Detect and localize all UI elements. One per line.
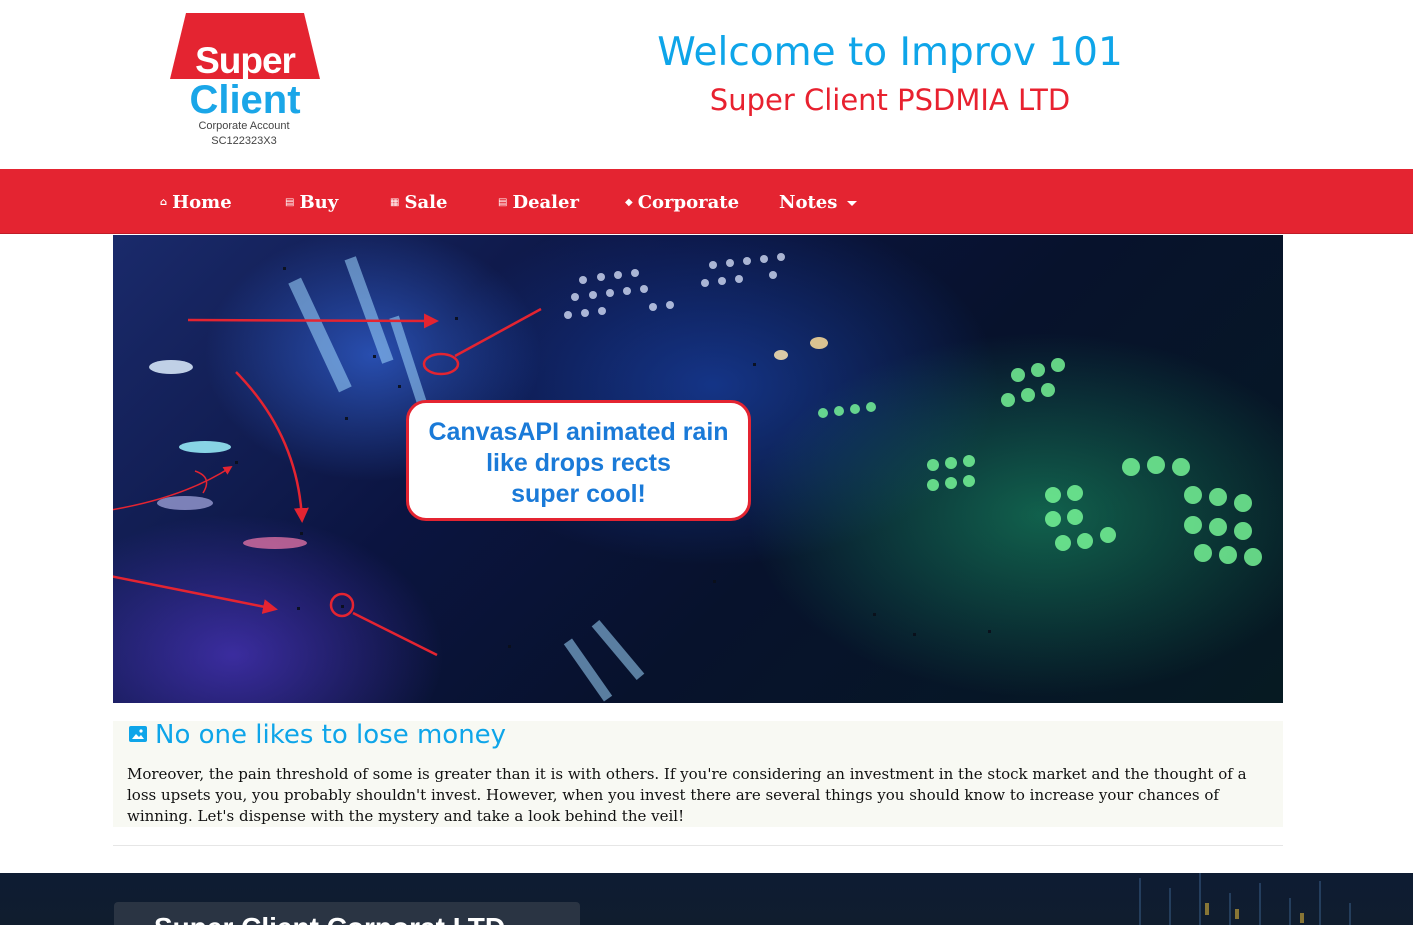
nav-dealer[interactable]: ▤ Dealer xyxy=(498,169,579,233)
caret-down-icon xyxy=(847,200,858,206)
logo-subtitle: Corporate Account xyxy=(198,120,290,132)
annotation-callout: CanvasAPI animated rain like drops rects… xyxy=(406,400,751,521)
nav-buy-label: Buy xyxy=(299,192,339,213)
main-navbar: ⌂ Home ▤ Buy ▦ Sale ▤ Dealer ◆ Corporate Note… xyxy=(0,169,1413,234)
tag-icon: ◆ xyxy=(625,197,633,208)
nav-home-label: Home xyxy=(172,192,232,213)
nav-sale-label: Sale xyxy=(404,192,448,213)
company-name: Super Client PSDMIA LTD xyxy=(709,83,1071,117)
article-title: No one likes to lose money xyxy=(155,720,507,750)
nav-corporate-label: Corporate xyxy=(637,192,740,213)
footer-section: Super Client Corporat LTD xyxy=(0,873,1413,925)
grid-icon: ▦ xyxy=(390,197,400,208)
home-icon: ⌂ xyxy=(160,197,168,208)
callout-line-1: CanvasAPI animated rain xyxy=(428,418,729,446)
logo-text-super: Super xyxy=(195,40,296,81)
welcome-heading: Welcome to Improv 101 xyxy=(657,30,1123,75)
nav-home[interactable]: ⌂ Home xyxy=(160,169,232,233)
account-id: SC122323X3 xyxy=(211,135,277,147)
footer-card: Super Client Corporat LTD xyxy=(114,902,580,925)
footer-title: Super Client Corporat LTD xyxy=(154,912,505,925)
nav-buy[interactable]: ▤ Buy xyxy=(285,169,338,233)
nav-corporate[interactable]: ◆ Corporate xyxy=(625,169,739,233)
callout-line-2: like drops rects xyxy=(486,449,671,477)
logo[interactable]: Super Client Corporate Account SC122323X… xyxy=(170,13,320,147)
calendar-icon: ▤ xyxy=(285,197,295,208)
nav-notes-label: Notes xyxy=(779,192,838,213)
article-panel: No one likes to lose money Moreover, the… xyxy=(113,721,1283,827)
logo-badge: Super Client Corporate Account SC122323X… xyxy=(170,13,320,147)
nav-sale[interactable]: ▦ Sale xyxy=(390,169,447,233)
calendar-icon: ▤ xyxy=(498,197,508,208)
nav-dealer-label: Dealer xyxy=(512,192,579,213)
logo-text-client: Client xyxy=(189,78,301,122)
image-icon xyxy=(129,726,147,742)
section-divider xyxy=(113,845,1283,846)
callout-line-3: super cool! xyxy=(511,480,646,508)
nav-notes-dropdown[interactable]: Notes xyxy=(779,169,858,233)
article-body: Moreover, the pain threshold of some is … xyxy=(127,765,1247,825)
